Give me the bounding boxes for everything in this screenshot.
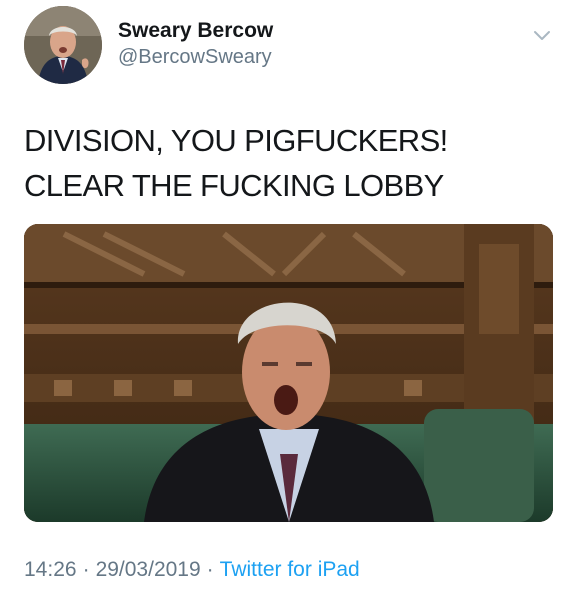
user-handle[interactable]: @BercowSweary xyxy=(118,44,273,70)
tweet-card: Sweary Bercow @BercowSweary DIVISION, YO… xyxy=(0,0,577,600)
tweet-header: Sweary Bercow @BercowSweary xyxy=(24,6,553,86)
avatar-image xyxy=(24,6,102,84)
tweet-meta: 14:26 · 29/03/2019 · Twitter for iPad xyxy=(24,558,360,582)
tweet-date[interactable]: 29/03/2019 xyxy=(96,558,201,581)
tweet-source-link[interactable]: Twitter for iPad xyxy=(220,558,360,581)
display-name[interactable]: Sweary Bercow xyxy=(118,18,273,44)
user-names: Sweary Bercow @BercowSweary xyxy=(118,18,273,70)
meta-separator: · xyxy=(206,558,214,581)
photo-image xyxy=(24,224,553,522)
avatar[interactable] xyxy=(24,6,102,84)
tweet-time[interactable]: 14:26 xyxy=(24,558,77,581)
meta-separator: · xyxy=(82,558,90,581)
tweet-text: DIVISION, YOU PIGFUCKERS! CLEAR THE FUCK… xyxy=(24,123,456,203)
tweet-photo[interactable] xyxy=(24,224,553,522)
chevron-down-icon[interactable] xyxy=(531,24,553,46)
